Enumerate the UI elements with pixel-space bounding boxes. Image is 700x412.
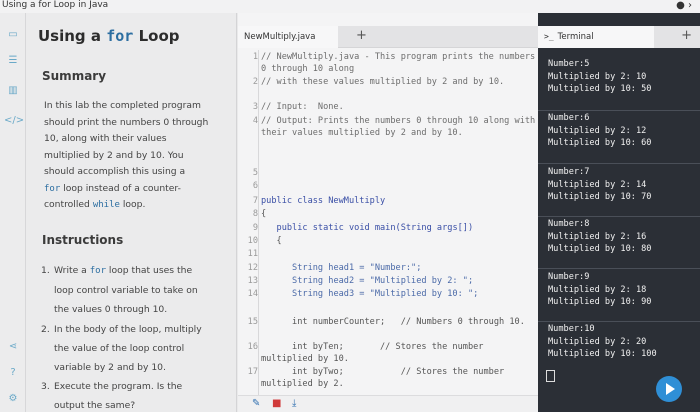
editor-bottom-bar: ✎ ■ ⤓	[238, 395, 538, 412]
output-block: Number:5 Multiplied by 2: 10 Multiplied …	[548, 59, 652, 95]
code-line: String head1 = "Number:";	[261, 263, 422, 273]
editor-tab-bar: NewMultiply.java +	[238, 26, 538, 48]
terminal-output[interactable]: Number:5 Multiplied by 2: 10 Multiplied …	[538, 50, 700, 412]
run-button[interactable]	[656, 376, 682, 402]
instruction-step-3: 3. Execute the program. Is the output th…	[41, 381, 183, 411]
summary-text: In this lab the completed program should…	[44, 100, 209, 210]
code-icon[interactable]: </>	[4, 113, 24, 129]
tab-newmultiply-java[interactable]: NewMultiply.java	[238, 26, 338, 48]
chart-icon[interactable]: ▥	[4, 83, 22, 99]
help-circle-icon[interactable]: ●	[676, 0, 685, 11]
lesson-title: Using a for Loop	[38, 27, 180, 45]
lesson-panel: Using a for Loop Summary In this lab the…	[26, 13, 237, 412]
share-icon[interactable]: ⋖	[4, 339, 22, 355]
pencil-icon[interactable]: ✎	[252, 398, 260, 409]
code-line: int numberCounter; // Numbers 0 through …	[261, 317, 525, 327]
instruction-step-1: 1. Write a for loop that uses the loop c…	[41, 265, 198, 315]
output-block: Number:7 Multiplied by 2: 14 Multiplied …	[548, 167, 652, 203]
output-separator	[538, 216, 700, 217]
output-block: Number:8 Multiplied by 2: 16 Multiplied …	[548, 219, 652, 255]
output-block: Number:6 Multiplied by 2: 12 Multiplied …	[548, 113, 652, 149]
code-line: // Output: Prints the numbers 0 through …	[261, 116, 536, 138]
code-line: public class NewMultiply	[261, 196, 386, 206]
help-icon[interactable]: ?	[4, 365, 22, 381]
code-line: // with these values multiplied by 2 and…	[261, 77, 505, 87]
code-line: {	[261, 236, 282, 246]
window-controls[interactable]: ● ›	[676, 0, 692, 11]
left-icon-rail: ▭ ☰ ▥ </> ⋖ ? ⚙	[0, 13, 26, 412]
window-titlebar: Using a for Loop in Java ● ›	[0, 0, 700, 13]
list-icon[interactable]: ☰	[4, 53, 22, 69]
code-line: String head3 = "Multiplied by 10: ";	[261, 289, 479, 299]
code-line: // Input: None.	[261, 102, 344, 112]
output-block: Number:10 Multiplied by 2: 20 Multiplied…	[548, 324, 657, 360]
summary-heading: Summary	[42, 69, 107, 83]
add-terminal-button[interactable]: +	[681, 28, 692, 43]
lesson-header: Using a for Loop	[26, 21, 237, 51]
instruction-step-2: 2. In the body of the loop, multiply the…	[41, 324, 202, 373]
output-separator	[538, 110, 700, 111]
code-line: String head2 = "Multiplied by 2: ";	[261, 276, 474, 286]
window-title: Using a for Loop in Java	[2, 0, 109, 10]
output-separator	[538, 163, 700, 164]
download-icon[interactable]: ⤓	[292, 398, 296, 409]
code-editor: NewMultiply.java + 1 // NewMultiply.java…	[238, 13, 538, 412]
output-block: Number:9 Multiplied by 2: 18 Multiplied …	[548, 272, 652, 308]
output-separator	[538, 268, 700, 269]
add-tab-button[interactable]: +	[356, 28, 367, 43]
code-line: {	[261, 209, 267, 219]
play-icon	[666, 383, 675, 395]
book-icon[interactable]: ▭	[4, 27, 22, 43]
terminal-tab-bar: >_ Terminal +	[538, 26, 700, 48]
instructions-heading: Instructions	[42, 233, 124, 247]
terminal-prompt-icon: >_	[544, 32, 554, 41]
terminal-panel: >_ Terminal + Number:5 Multiplied by 2: 1…	[538, 13, 700, 412]
code-line: // NewMultiply.java - This program print…	[261, 52, 536, 74]
code-area[interactable]: 1 // NewMultiply.java - This program pri…	[238, 50, 538, 390]
code-line: int byTwo; // Stores the number multipli…	[261, 367, 510, 389]
code-line: public static void main(String args[])	[261, 223, 474, 233]
terminal-cursor	[546, 370, 555, 382]
tab-terminal[interactable]: >_ Terminal	[538, 26, 654, 48]
stop-icon[interactable]: ■	[272, 398, 281, 409]
settings-icon[interactable]: ⚙	[4, 391, 22, 407]
code-line: int byTen; // Stores the number multipli…	[261, 342, 489, 364]
output-separator	[538, 321, 700, 322]
next-arrow-icon[interactable]: ›	[688, 0, 692, 11]
